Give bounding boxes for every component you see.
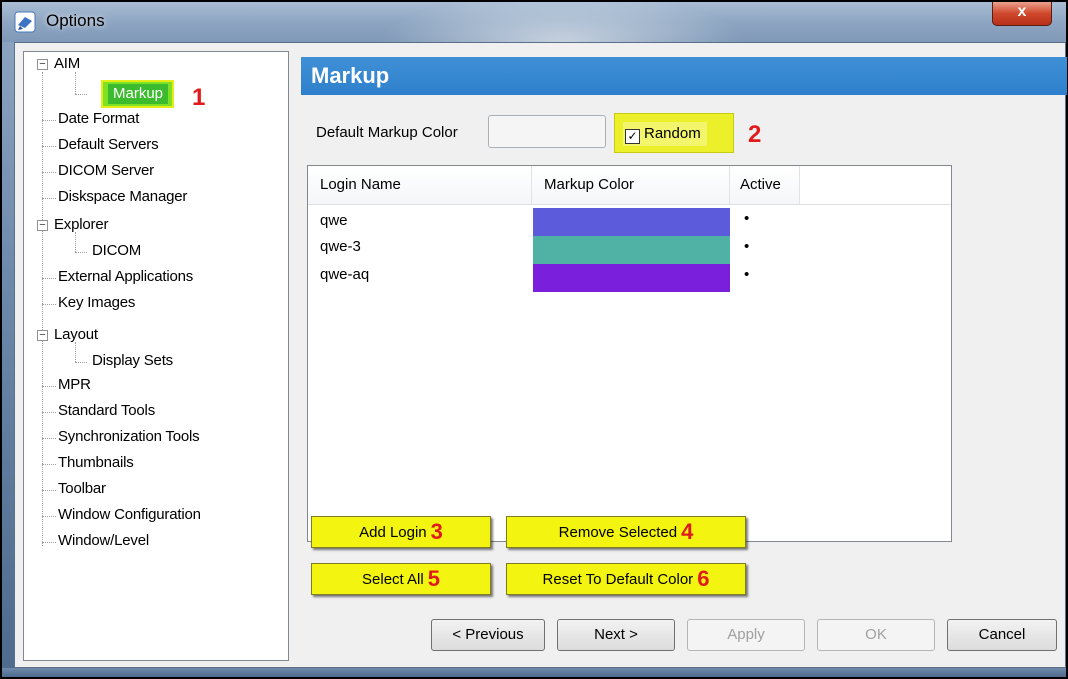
tree-item-explorer[interactable]: Explorer xyxy=(54,214,108,236)
tree-line xyxy=(42,516,56,517)
tree-item-window-level[interactable]: Window/Level xyxy=(58,530,149,552)
table-row-login[interactable]: qwe xyxy=(320,208,348,234)
tree-item-aim[interactable]: AIM xyxy=(54,53,80,75)
tree-item-date-format[interactable]: Date Format xyxy=(58,108,139,130)
cancel-button[interactable]: Cancel xyxy=(947,619,1057,651)
close-icon: x xyxy=(1017,3,1027,20)
tree-item-key-images[interactable]: Key Images xyxy=(58,292,135,314)
random-label: Random xyxy=(644,125,701,142)
tree-item-standard-tools[interactable]: Standard Tools xyxy=(58,400,155,422)
tree-line xyxy=(42,146,56,147)
table-row-color-swatch[interactable] xyxy=(533,236,730,264)
table-row-active[interactable]: • xyxy=(744,206,749,232)
annotation-4: 4 xyxy=(681,519,694,544)
column-header-markup-color[interactable]: Markup Color xyxy=(532,166,730,204)
table-row-login[interactable]: qwe-3 xyxy=(320,234,361,260)
tree-item-thumbnails[interactable]: Thumbnails xyxy=(58,452,134,474)
panel-header: Markup xyxy=(301,57,1067,95)
window-title: Options xyxy=(46,11,105,30)
tree-item-layout[interactable]: Layout xyxy=(54,324,98,346)
tree-line xyxy=(75,362,87,363)
tree-line xyxy=(42,278,56,279)
tree-line xyxy=(42,464,56,465)
app-icon xyxy=(14,11,36,33)
previous-button[interactable]: < Previous xyxy=(431,619,545,651)
tree-line xyxy=(42,304,56,305)
options-tree[interactable]: − − − AIM Markup 1 Date Format Default S… xyxy=(23,51,289,661)
checkbox-checked-icon[interactable]: ✓ xyxy=(625,129,640,144)
tree-item-mpr[interactable]: MPR xyxy=(58,374,91,396)
dialog-client-area: − − − AIM Markup 1 Date Format Default S… xyxy=(14,42,1067,668)
tree-item-synchronization-tools[interactable]: Synchronization Tools xyxy=(58,426,200,448)
window-bottom-border xyxy=(2,668,1066,677)
tree-line xyxy=(75,94,87,95)
tree-item-window-configuration[interactable]: Window Configuration xyxy=(58,504,201,526)
tree-line xyxy=(42,490,56,491)
panel-title: Markup xyxy=(311,63,390,88)
tree-item-diskspace-manager[interactable]: Diskspace Manager xyxy=(58,186,187,208)
table-header-divider xyxy=(308,204,951,205)
reset-default-color-button[interactable]: Reset To Default Color 6 xyxy=(506,563,746,595)
table-row-active[interactable]: • xyxy=(744,234,749,260)
remove-selected-button[interactable]: Remove Selected 4 xyxy=(506,516,746,548)
tree-line xyxy=(42,542,56,543)
collapse-icon[interactable]: − xyxy=(37,59,48,70)
column-header-active[interactable]: Active xyxy=(730,166,800,204)
tree-line xyxy=(42,120,56,121)
ok-button[interactable]: OK xyxy=(817,619,935,651)
tree-item-display-sets[interactable]: Display Sets xyxy=(92,350,173,372)
random-checkbox[interactable]: ✓ Random xyxy=(623,122,707,146)
logins-table[interactable]: Login Name Markup Color Active qwe • qwe… xyxy=(307,165,952,542)
tree-item-toolbar[interactable]: Toolbar xyxy=(58,478,106,500)
collapse-icon[interactable]: − xyxy=(37,330,48,341)
add-login-button[interactable]: Add Login 3 xyxy=(311,516,491,548)
annotation-3: 3 xyxy=(430,519,443,544)
table-row-color-swatch[interactable] xyxy=(533,264,730,292)
annotation-1: 1 xyxy=(192,84,206,111)
next-button[interactable]: Next > xyxy=(557,619,675,651)
annotation-6: 6 xyxy=(697,566,710,591)
table-row-active[interactable]: • xyxy=(744,262,749,288)
tree-line xyxy=(42,386,56,387)
random-checkbox-highlight[interactable]: ✓ Random xyxy=(614,113,734,153)
default-markup-color-label: Default Markup Color xyxy=(316,124,458,141)
collapse-icon[interactable]: − xyxy=(37,220,48,231)
select-all-button[interactable]: Select All 5 xyxy=(311,563,491,595)
tree-line xyxy=(42,172,56,173)
default-markup-color-field[interactable] xyxy=(488,115,606,148)
annotation-2: 2 xyxy=(748,121,762,148)
tree-item-dicom-server[interactable]: DICOM Server xyxy=(58,160,154,182)
title-bar[interactable]: Options x xyxy=(2,2,1066,42)
tree-line xyxy=(42,438,56,439)
table-row-color-swatch[interactable] xyxy=(533,208,730,236)
tree-line xyxy=(75,252,87,253)
close-button[interactable]: x xyxy=(992,2,1052,26)
options-window: Options x − − − AIM Markup 1 Date Format… xyxy=(2,2,1067,677)
table-row-login[interactable]: qwe-aq xyxy=(320,262,369,288)
tree-line xyxy=(75,72,76,94)
tree-line xyxy=(42,412,56,413)
column-header-login-name[interactable]: Login Name xyxy=(308,166,532,204)
tree-line xyxy=(42,198,56,199)
annotation-5: 5 xyxy=(427,566,440,591)
tree-item-default-servers[interactable]: Default Servers xyxy=(58,134,159,156)
apply-button[interactable]: Apply xyxy=(687,619,805,651)
tree-item-dicom[interactable]: DICOM xyxy=(92,240,141,262)
tree-item-external-applications[interactable]: External Applications xyxy=(58,266,193,288)
tree-item-markup[interactable]: Markup xyxy=(108,84,168,104)
tree-item-markup-highlight[interactable]: Markup xyxy=(101,80,174,108)
tree-line xyxy=(42,72,43,546)
